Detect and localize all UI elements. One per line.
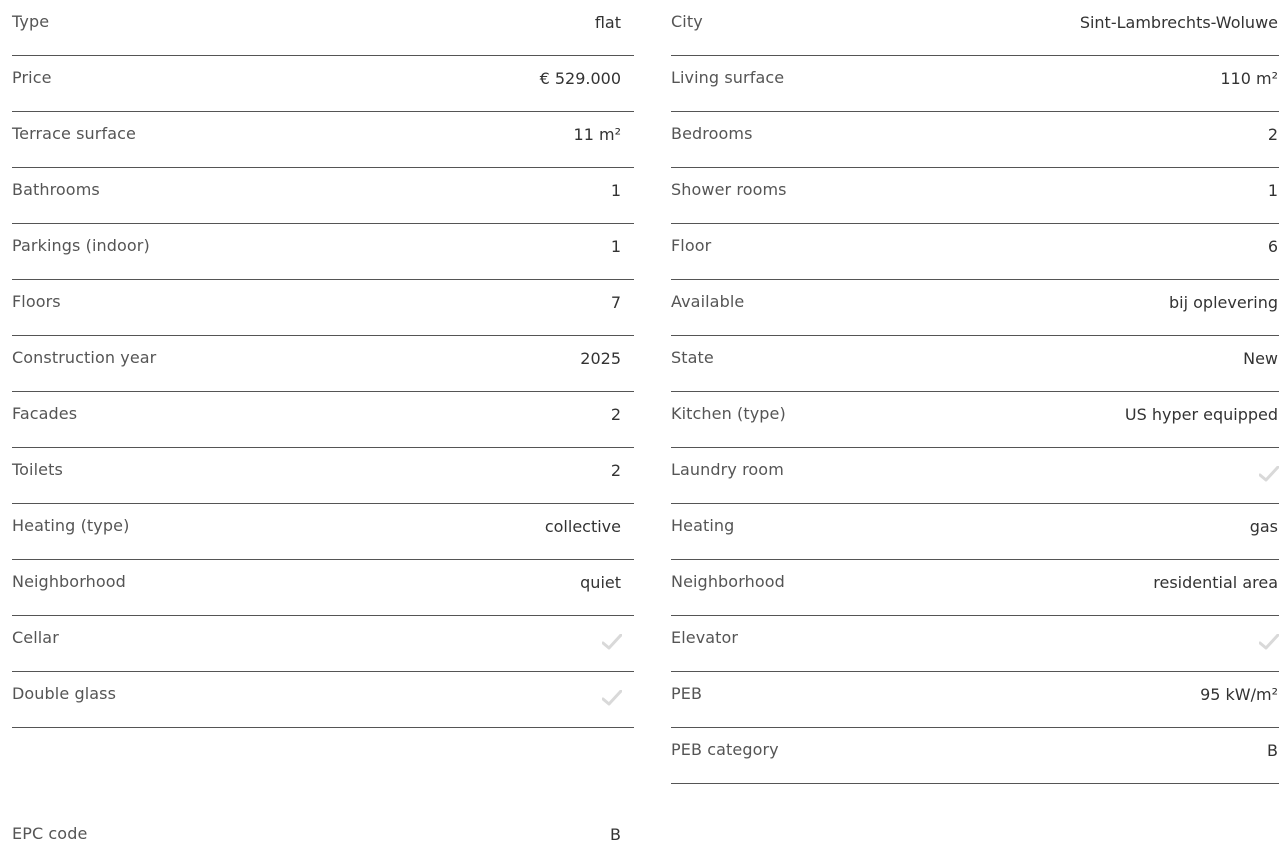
detail-label: Floors (12, 292, 61, 311)
detail-row-double-glass: Double glass (12, 672, 634, 728)
checkmark-icon (1259, 634, 1279, 650)
detail-value: B (1267, 741, 1278, 760)
detail-value: 6 (1267, 237, 1278, 256)
detail-value: 1 (610, 237, 621, 256)
detail-row-toilets: Toilets 2 (12, 448, 634, 504)
detail-label: Neighborhood (671, 572, 785, 591)
detail-value: 95 kW/m² (1200, 685, 1278, 704)
detail-value: Sint-Lambrechts-Woluwe (1079, 13, 1278, 32)
detail-row-price: Price € 529.000 (12, 56, 634, 112)
detail-value: bij oplevering (1169, 293, 1278, 312)
detail-label: Available (671, 292, 745, 311)
detail-row-bedrooms: Bedrooms 2 (671, 112, 1279, 168)
detail-value: New (1243, 349, 1278, 368)
detail-row-floor: Floor 6 (671, 224, 1279, 280)
detail-value: 2 (1267, 125, 1278, 144)
detail-value: residential area (1153, 573, 1278, 592)
detail-row-neighborhood: Neighborhood quiet (12, 560, 634, 616)
detail-label: City (671, 12, 703, 31)
detail-label: State (671, 348, 714, 367)
detail-label: Bedrooms (671, 124, 753, 143)
detail-value: 2 (610, 405, 621, 424)
detail-value: US hyper equipped (1124, 405, 1278, 424)
detail-label: Double glass (12, 684, 117, 703)
detail-row-heating-type: Heating (type) collective (12, 504, 634, 560)
detail-label: Parkings (indoor) (12, 236, 150, 255)
detail-row-parkings-indoor: Parkings (indoor) 1 (12, 224, 634, 280)
detail-label: Laundry room (671, 460, 784, 479)
detail-row-city: City Sint-Lambrechts-Woluwe (671, 0, 1279, 56)
checkmark-icon (602, 690, 622, 706)
detail-row-laundry-room: Laundry room (671, 448, 1279, 504)
detail-value: 7 (610, 293, 621, 312)
detail-value: flat (594, 13, 621, 32)
detail-label: Cellar (12, 628, 59, 647)
detail-label: Facades (12, 404, 78, 423)
detail-row-living-surface: Living surface 110 m² (671, 56, 1279, 112)
detail-row-peb: PEB 95 kW/m² (671, 672, 1279, 728)
detail-value: 1 (610, 181, 621, 200)
right-details-column: City Sint-Lambrechts-Woluwe Living surfa… (671, 0, 1279, 784)
detail-row-neighborhood: Neighborhood residential area (671, 560, 1279, 616)
detail-label: Neighborhood (12, 572, 126, 591)
detail-row-elevator: Elevator (671, 616, 1279, 672)
detail-value: 1 (1267, 181, 1278, 200)
detail-row-epc-code: EPC code B (12, 812, 634, 841)
detail-row-facades: Facades 2 (12, 392, 634, 448)
detail-row-heating: Heating gas (671, 504, 1279, 560)
checkmark-icon (602, 634, 622, 650)
detail-value: quiet (580, 573, 621, 592)
detail-row-type: Type flat (12, 0, 634, 56)
detail-label: Terrace surface (12, 124, 136, 143)
detail-value: € 529.000 (539, 69, 621, 88)
detail-row-kitchen-type: Kitchen (type) US hyper equipped (671, 392, 1279, 448)
detail-label: Shower rooms (671, 180, 787, 199)
detail-label: Toilets (12, 460, 63, 479)
detail-row-construction-year: Construction year 2025 (12, 336, 634, 392)
detail-label: Bathrooms (12, 180, 100, 199)
detail-value: gas (1249, 517, 1278, 536)
detail-value: 2025 (580, 349, 621, 368)
checkmark-icon (1259, 466, 1279, 482)
detail-row-shower-rooms: Shower rooms 1 (671, 168, 1279, 224)
detail-row-peb-category: PEB category B (671, 728, 1279, 784)
detail-row-floors: Floors 7 (12, 280, 634, 336)
detail-value: 110 m² (1220, 69, 1278, 88)
detail-label: Construction year (12, 348, 157, 367)
detail-label: Type (12, 12, 50, 31)
detail-label: Heating (671, 516, 735, 535)
detail-row-available: Available bij oplevering (671, 280, 1279, 336)
detail-row-bathrooms: Bathrooms 1 (12, 168, 634, 224)
left-details-column: Type flat Price € 529.000 Terrace surfac… (12, 0, 634, 841)
detail-value: B (610, 825, 621, 841)
detail-value: 11 m² (573, 125, 621, 144)
detail-label: PEB category (671, 740, 779, 759)
detail-label: Price (12, 68, 52, 87)
detail-label: Elevator (671, 628, 739, 647)
detail-row-terrace-surface: Terrace surface 11 m² (12, 112, 634, 168)
detail-label: Kitchen (type) (671, 404, 786, 423)
detail-label: EPC code (12, 824, 88, 841)
detail-value: collective (544, 517, 621, 536)
detail-label: Floor (671, 236, 712, 255)
detail-label: Heating (type) (12, 516, 130, 535)
detail-value: 2 (610, 461, 621, 480)
detail-row-state: State New (671, 336, 1279, 392)
detail-label: Living surface (671, 68, 785, 87)
detail-row-cellar: Cellar (12, 616, 634, 672)
detail-label: PEB (671, 684, 703, 703)
